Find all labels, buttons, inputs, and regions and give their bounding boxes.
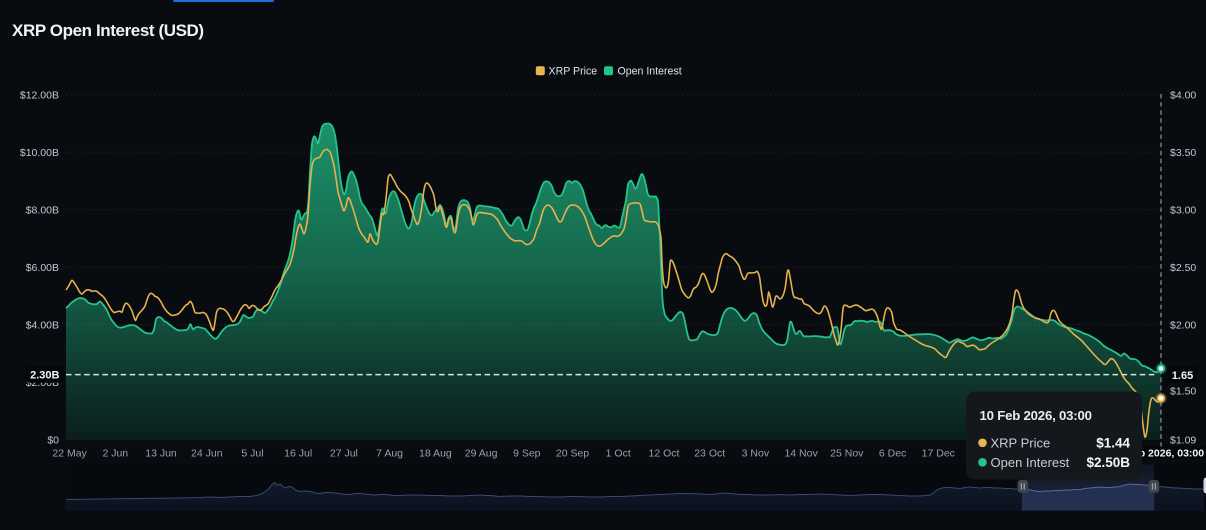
svg-text:$1.09: $1.09 bbox=[1170, 434, 1196, 446]
svg-text:1.65: 1.65 bbox=[1172, 370, 1193, 382]
svg-text:3 Nov: 3 Nov bbox=[742, 447, 770, 459]
svg-text:29 Aug: 29 Aug bbox=[465, 447, 498, 459]
svg-text:XRP Price: XRP Price bbox=[549, 65, 598, 77]
svg-text:Open Interest: Open Interest bbox=[618, 65, 682, 77]
svg-text:$6.00B: $6.00B bbox=[26, 262, 59, 274]
svg-text:13 Jun: 13 Jun bbox=[145, 447, 177, 459]
svg-text:22 May: 22 May bbox=[52, 447, 87, 459]
svg-text:23 Oct: 23 Oct bbox=[694, 447, 725, 459]
svg-text:2 Jun: 2 Jun bbox=[102, 447, 128, 459]
svg-text:20 Sep: 20 Sep bbox=[556, 447, 589, 459]
svg-text:5 Jul: 5 Jul bbox=[241, 447, 263, 459]
svg-text:$2.50B: $2.50B bbox=[1086, 455, 1130, 470]
svg-text:27 Jul: 27 Jul bbox=[330, 447, 358, 459]
svg-text:7 Aug: 7 Aug bbox=[376, 447, 403, 459]
svg-text:Open Interest: Open Interest bbox=[991, 455, 1070, 470]
svg-text:16 Jul: 16 Jul bbox=[284, 447, 312, 459]
svg-text:XRP Open Interest (USD): XRP Open Interest (USD) bbox=[12, 21, 204, 40]
svg-text:$1.50: $1.50 bbox=[1170, 385, 1196, 397]
svg-text:$2.00: $2.00 bbox=[1170, 319, 1196, 331]
svg-text:6 Dec: 6 Dec bbox=[879, 447, 906, 459]
svg-text:$0: $0 bbox=[47, 434, 59, 446]
svg-text:$10.00B: $10.00B bbox=[20, 147, 59, 159]
svg-text:25 Nov: 25 Nov bbox=[830, 447, 864, 459]
svg-text:$1.44: $1.44 bbox=[1096, 435, 1130, 450]
svg-text:18 Aug: 18 Aug bbox=[419, 447, 452, 459]
svg-text:XRP Price: XRP Price bbox=[991, 435, 1051, 450]
svg-text:10 Feb 2026, 03:00: 10 Feb 2026, 03:00 bbox=[980, 408, 1092, 423]
svg-text:9 Sep: 9 Sep bbox=[513, 447, 541, 459]
svg-text:$4.00B: $4.00B bbox=[26, 319, 59, 331]
svg-text:24 Jun: 24 Jun bbox=[191, 447, 223, 459]
svg-text:$8.00B: $8.00B bbox=[26, 204, 59, 216]
svg-text:1 Oct: 1 Oct bbox=[606, 447, 631, 459]
svg-text:2.30B: 2.30B bbox=[30, 370, 59, 382]
svg-text:$3.50: $3.50 bbox=[1170, 147, 1196, 159]
svg-text:17 Dec: 17 Dec bbox=[922, 447, 955, 459]
svg-text:12 Oct: 12 Oct bbox=[649, 447, 680, 459]
svg-text:$4.00: $4.00 bbox=[1170, 89, 1196, 101]
svg-text:14 Nov: 14 Nov bbox=[784, 447, 818, 459]
svg-text:$12.00B: $12.00B bbox=[20, 89, 59, 101]
svg-text:$2.50: $2.50 bbox=[1170, 262, 1196, 274]
svg-text:$3.00: $3.00 bbox=[1170, 204, 1196, 216]
